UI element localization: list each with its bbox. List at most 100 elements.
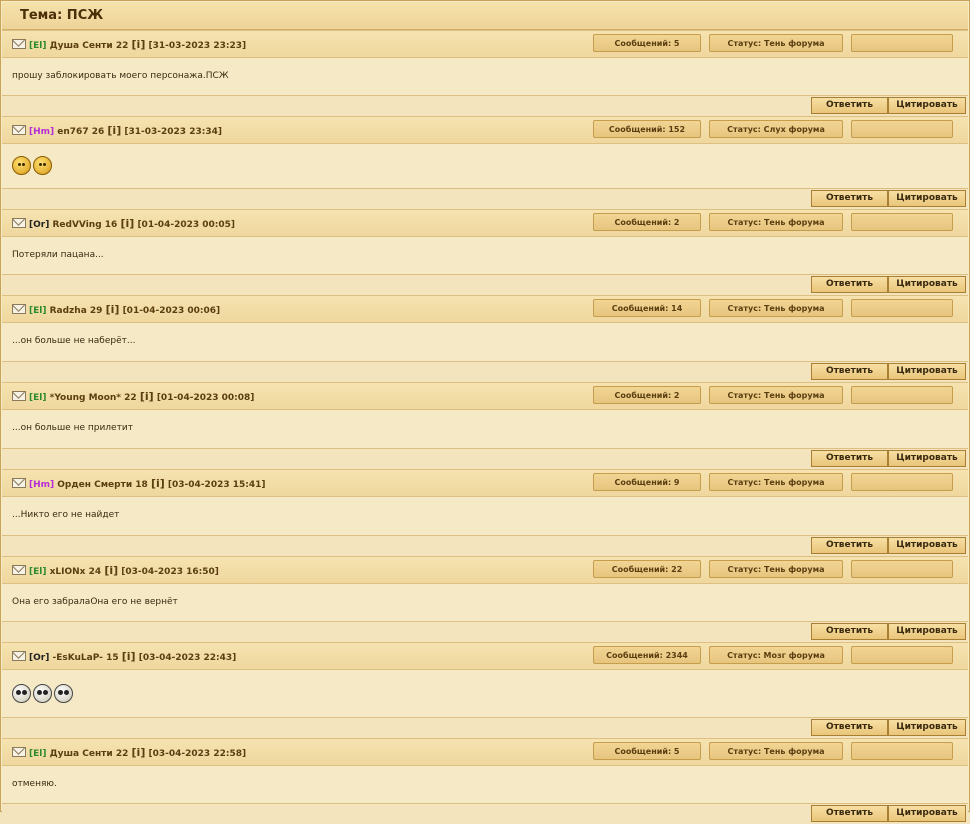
post-header: [Or] -EsKuLaP- 15 [i] [03-04-2023 22:43]… bbox=[2, 642, 968, 670]
post-actions: Ответить Цитировать bbox=[2, 96, 968, 116]
quote-button[interactable]: Цитировать bbox=[888, 719, 966, 736]
race-tag: [Hm] bbox=[29, 480, 55, 490]
quote-button[interactable]: Цитировать bbox=[888, 805, 966, 822]
info-link[interactable]: [i] bbox=[104, 564, 118, 577]
info-link[interactable]: [i] bbox=[132, 746, 146, 759]
envelope-icon[interactable] bbox=[12, 391, 26, 401]
reply-button[interactable]: Ответить bbox=[811, 97, 888, 114]
reply-button[interactable]: Ответить bbox=[811, 537, 888, 554]
post-body: отменяю. bbox=[2, 766, 968, 804]
status-badge: Статус: Тень форума bbox=[709, 473, 843, 491]
message-count-badge: Сообщений: 2 bbox=[593, 213, 701, 231]
author-name[interactable]: Душа Сенти bbox=[50, 749, 113, 759]
empty-badge bbox=[851, 646, 953, 664]
info-link[interactable]: [i] bbox=[107, 124, 121, 137]
info-link[interactable]: [i] bbox=[120, 217, 134, 230]
info-link[interactable]: [i] bbox=[106, 303, 120, 316]
quote-button[interactable]: Цитировать bbox=[888, 190, 966, 207]
status-badge: Статус: Тень форума bbox=[709, 560, 843, 578]
envelope-icon[interactable] bbox=[12, 39, 26, 49]
forum-post: [El] xLIONx 24 [i] [03-04-2023 16:50] Соо… bbox=[2, 556, 968, 642]
envelope-icon[interactable] bbox=[12, 125, 26, 135]
reply-button[interactable]: Ответить bbox=[811, 719, 888, 736]
info-link[interactable]: [i] bbox=[151, 477, 165, 490]
reply-button[interactable]: Ответить bbox=[811, 276, 888, 293]
post-header: [El] Radzha 29 [i] [01-04-2023 00:06] Соо… bbox=[2, 295, 968, 323]
post-author: [Or] RedVVing 16 [i] [01-04-2023 00:05] bbox=[29, 217, 235, 230]
empty-badge bbox=[851, 34, 953, 52]
topic-title: Тема: ПСЖ bbox=[20, 8, 104, 23]
author-name[interactable]: *Young Moon* bbox=[50, 393, 121, 403]
reply-button[interactable]: Ответить bbox=[811, 190, 888, 207]
quote-button[interactable]: Цитировать bbox=[888, 623, 966, 640]
message-count-badge: Сообщений: 152 bbox=[593, 120, 701, 138]
post-author: [El] Radzha 29 [i] [01-04-2023 00:06] bbox=[29, 303, 220, 316]
author-name[interactable]: Душа Сенти bbox=[50, 41, 113, 51]
post-author: [Hm] en767 26 [i] [31-03-2023 23:34] bbox=[29, 124, 222, 137]
post-text: ...он больше не прилетит bbox=[12, 423, 133, 433]
author-level: 16 bbox=[104, 220, 118, 230]
topic-header: Тема: ПСЖ bbox=[2, 2, 968, 30]
info-link[interactable]: [i] bbox=[122, 650, 136, 663]
status-badge: Статус: Мозг форума bbox=[709, 646, 843, 664]
quote-button[interactable]: Цитировать bbox=[888, 276, 966, 293]
quote-button[interactable]: Цитировать bbox=[888, 450, 966, 467]
reply-button[interactable]: Ответить bbox=[811, 623, 888, 640]
post-body bbox=[2, 144, 968, 189]
author-level: 26 bbox=[91, 127, 105, 137]
post-text: прошу заблокировать моего персонажа.ПСЖ bbox=[12, 71, 229, 81]
envelope-icon[interactable] bbox=[12, 565, 26, 575]
author-name[interactable]: Орден Смерти bbox=[57, 480, 132, 490]
envelope-icon[interactable] bbox=[12, 304, 26, 314]
race-tag: [El] bbox=[29, 567, 47, 577]
info-link[interactable]: [i] bbox=[140, 390, 154, 403]
post-text: Она его забралаОна его не вернёт bbox=[12, 597, 178, 607]
quote-button[interactable]: Цитировать bbox=[888, 363, 966, 380]
status-badge: Статус: Слух форума bbox=[709, 120, 843, 138]
post-author: [El] xLIONx 24 [i] [03-04-2023 16:50] bbox=[29, 564, 219, 577]
smiley-icon bbox=[33, 156, 52, 175]
author-name[interactable]: Radzha bbox=[50, 306, 87, 316]
post-body: прошу заблокировать моего персонажа.ПСЖ bbox=[2, 58, 968, 96]
author-name[interactable]: RedVVing bbox=[52, 220, 101, 230]
post-datetime: [31-03-2023 23:23] bbox=[148, 41, 247, 51]
empty-badge bbox=[851, 560, 953, 578]
post-body: ...он больше не наберёт... bbox=[2, 323, 968, 362]
reply-button[interactable]: Ответить bbox=[811, 450, 888, 467]
post-header: [El] xLIONx 24 [i] [03-04-2023 16:50] Соо… bbox=[2, 556, 968, 584]
post-actions: Ответить Цитировать bbox=[2, 449, 968, 469]
quote-button[interactable]: Цитировать bbox=[888, 537, 966, 554]
post-author: [Or] -EsKuLaP- 15 [i] [03-04-2023 22:43] bbox=[29, 650, 236, 663]
post-text: ...он больше не наберёт... bbox=[12, 336, 136, 346]
post-datetime: [31-03-2023 23:34] bbox=[124, 127, 222, 137]
author-level: 22 bbox=[124, 393, 137, 403]
post-author: [El] Душа Сенти 22 [i] [31-03-2023 23:23… bbox=[29, 38, 246, 51]
status-badge: Статус: Тень форума bbox=[709, 34, 843, 52]
envelope-icon[interactable] bbox=[12, 218, 26, 228]
empty-badge bbox=[851, 120, 953, 138]
forum-post: [Hm] Орден Смерти 18 [i] [03-04-2023 15:… bbox=[2, 469, 968, 556]
reply-button[interactable]: Ответить bbox=[811, 363, 888, 380]
post-header: [Or] RedVVing 16 [i] [01-04-2023 00:05] С… bbox=[2, 209, 968, 237]
reply-button[interactable]: Ответить bbox=[811, 805, 888, 822]
post-header: [Hm] en767 26 [i] [31-03-2023 23:34] Сооб… bbox=[2, 116, 968, 144]
quote-button[interactable]: Цитировать bbox=[888, 97, 966, 114]
forum-post: [Or] -EsKuLaP- 15 [i] [03-04-2023 22:43]… bbox=[2, 642, 968, 738]
forum-post: [El] *Young Moon* 22 [i] [01-04-2023 00:… bbox=[2, 382, 968, 469]
author-level: 22 bbox=[115, 749, 129, 759]
author-name[interactable]: en767 bbox=[57, 127, 88, 137]
empty-badge bbox=[851, 473, 953, 491]
envelope-icon[interactable] bbox=[12, 747, 26, 757]
post-body: Она его забралаОна его не вернёт bbox=[2, 584, 968, 622]
author-level: 18 bbox=[135, 480, 148, 490]
post-author: [Hm] Орден Смерти 18 [i] [03-04-2023 15:… bbox=[29, 477, 266, 490]
post-text: отменяю. bbox=[12, 779, 57, 789]
info-link[interactable]: [i] bbox=[132, 38, 146, 51]
author-name[interactable]: -EsKuLaP- bbox=[52, 653, 102, 663]
panda-smiley-icon bbox=[12, 684, 31, 703]
author-name[interactable]: xLIONx bbox=[50, 567, 86, 577]
post-actions: Ответить Цитировать bbox=[2, 189, 968, 209]
forum-post: [Or] RedVVing 16 [i] [01-04-2023 00:05] С… bbox=[2, 209, 968, 295]
envelope-icon[interactable] bbox=[12, 478, 26, 488]
envelope-icon[interactable] bbox=[12, 651, 26, 661]
